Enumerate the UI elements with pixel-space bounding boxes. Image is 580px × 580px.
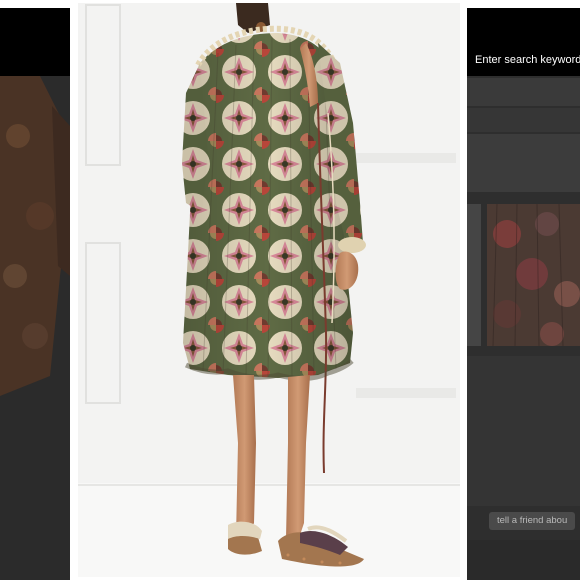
thumbnail-edge [467, 204, 481, 346]
search-input[interactable] [467, 50, 580, 72]
left-header-band [0, 8, 70, 76]
tell-a-friend-button[interactable]: tell a friend abou [489, 512, 576, 530]
footer-area [467, 540, 580, 580]
nav-bar [467, 78, 580, 106]
product-photo[interactable] [78, 3, 460, 577]
right-background-page: Enter search keywords h tell a friend ab… [467, 8, 580, 580]
dress-pattern-image[interactable] [487, 204, 580, 346]
sub-nav-bar [467, 108, 580, 132]
left-background-page [0, 8, 70, 580]
left-dimmed-product-image [0, 76, 70, 408]
content-area [467, 356, 580, 506]
dress-model-image [78, 3, 460, 577]
content-header-block [467, 134, 580, 192]
